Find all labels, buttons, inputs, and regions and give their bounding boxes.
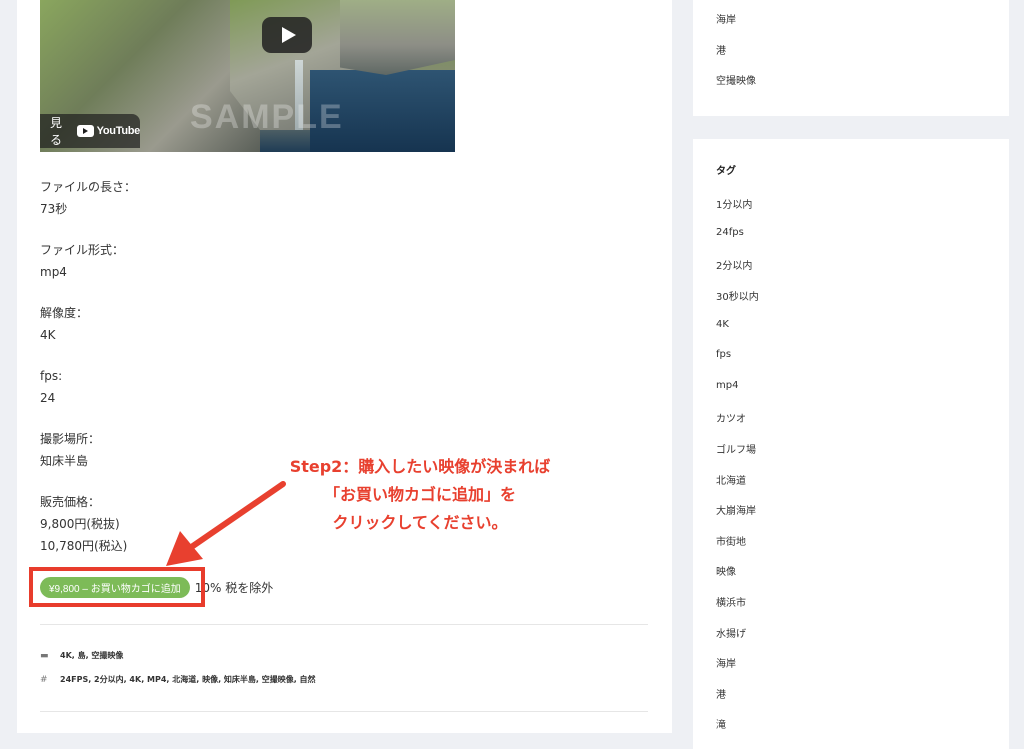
sidebar-tag-link[interactable]: 1分以内 [716, 196, 752, 211]
sidebar-tag-link[interactable]: 水揚げ [716, 625, 746, 640]
hashtag-icon: # [40, 674, 48, 685]
sidebar-tag-link[interactable]: ゴルフ場 [716, 441, 756, 456]
sidebar-tag-link[interactable]: 大崩海岸 [716, 502, 756, 517]
sidebar-tag-link[interactable]: 30秒以内 [716, 288, 759, 303]
sidebar-category-link[interactable]: 海岸 [716, 11, 736, 26]
divider [40, 711, 648, 712]
tag-links[interactable]: 24FPS, 2分以内, 4K, MP4, 北海道, 映像, 知床半島, 空撮映… [60, 674, 316, 685]
sidebar-tag-link[interactable]: 映像 [716, 563, 736, 578]
callout-line: クリックしてください。 [332, 513, 508, 532]
sidebar-tag-link[interactable]: カツオ [716, 410, 746, 425]
sidebar-tag-link[interactable]: 滝 [716, 716, 726, 731]
sidebar-tag-link[interactable]: 港 [716, 686, 726, 701]
sidebar-tag-link[interactable]: 市街地 [716, 533, 746, 548]
folder-icon: ▬ [40, 650, 49, 661]
sidebar-tag-link[interactable]: 海岸 [716, 655, 736, 670]
sidebar-tags-card: タグ 1分以内 24fps 2分以内 30秒以内 4K fps mp4 カツオ … [693, 139, 1009, 749]
sidebar-category-link[interactable]: 港 [716, 42, 726, 57]
sidebar-category-link[interactable]: 空撮映像 [716, 72, 756, 87]
divider [40, 624, 648, 625]
sidebar-tag-link[interactable]: fps [716, 349, 731, 360]
sidebar-categories-card: 海岸 港 空撮映像 [693, 0, 1009, 116]
sidebar-tag-link[interactable]: 横浜市 [716, 594, 746, 609]
sidebar-tag-link[interactable]: 2分以内 [716, 257, 752, 272]
sidebar-tag-link[interactable]: 北海道 [716, 472, 746, 487]
sidebar-tag-link[interactable]: mp4 [716, 380, 738, 391]
sidebar-tag-link[interactable]: 24fps [716, 227, 744, 238]
post-tags: # 24FPS, 2分以内, 4K, MP4, 北海道, 映像, 知床半島, 空… [40, 674, 316, 685]
sidebar-tag-link[interactable]: 4K [716, 319, 729, 330]
sidebar-tags-title: タグ [716, 166, 736, 177]
callout-line: 「お買い物カゴに追加」を [323, 485, 516, 504]
post-categories: ▬ 4K, 島, 空撮映像 [40, 650, 123, 661]
callout-line: Step2：購入したい映像が決まれば [289, 457, 551, 476]
category-links[interactable]: 4K, 島, 空撮映像 [60, 650, 123, 661]
instruction-callout: Step2：購入したい映像が決まれば 「お買い物カゴに追加」を クリックしてくだ… [240, 453, 600, 537]
